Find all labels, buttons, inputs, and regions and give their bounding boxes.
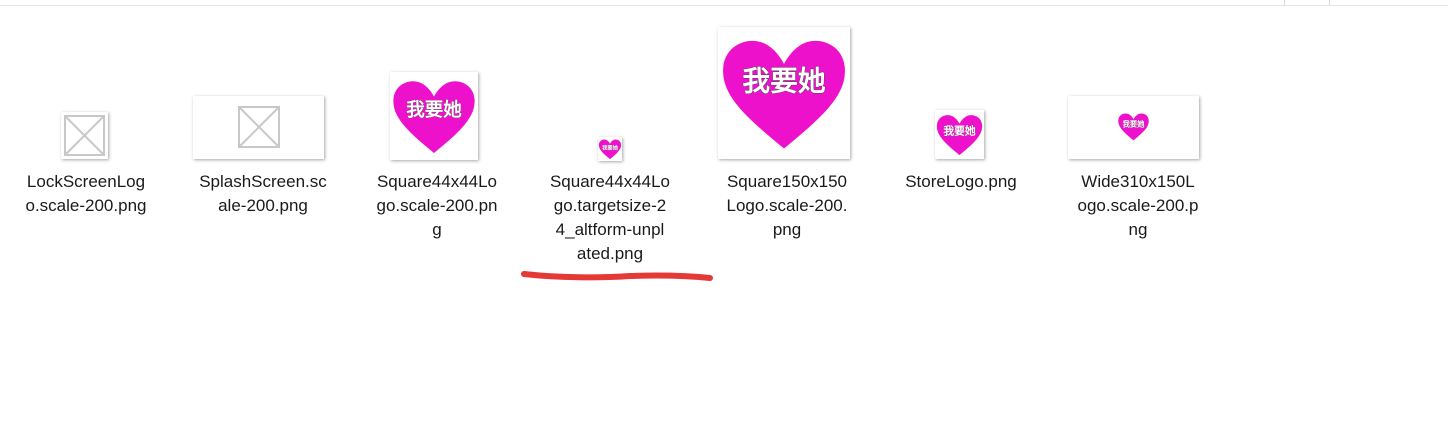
file-name: LockScreenLog o.scale-200.png bbox=[25, 172, 147, 215]
window-top-border bbox=[0, 0, 1448, 6]
logo-text: 我要她 bbox=[943, 125, 976, 138]
toolbar-divider bbox=[1284, 0, 1285, 5]
logo-text: 我要她 bbox=[406, 99, 462, 121]
file-name: Square44x44Lo go.targetsize-2 4_altform-… bbox=[549, 172, 671, 263]
heart-logo-icon: 我要她 bbox=[390, 72, 478, 160]
broken-image-icon bbox=[193, 96, 324, 159]
logo-text: 我要她 bbox=[742, 64, 825, 97]
file-name: SplashScreen.sc ale-200.png bbox=[199, 172, 327, 215]
file-name: Wide310x150L ogo.scale-200.p ng bbox=[1077, 172, 1199, 239]
toolbar-divider bbox=[1329, 0, 1330, 5]
heart-logo-icon: 我要她 bbox=[598, 137, 622, 161]
logo-text: 我要她 bbox=[1123, 120, 1146, 129]
broken-image-icon bbox=[61, 112, 108, 159]
file-name: StoreLogo.png bbox=[905, 172, 1017, 191]
red-underline-annotation bbox=[521, 271, 713, 281]
heart-logo-icon: 我要她 bbox=[718, 27, 850, 159]
heart-logo-icon: 我要她 bbox=[935, 110, 984, 159]
file-name: Square44x44Lo go.scale-200.pn g bbox=[376, 172, 498, 239]
heart-logo-icon: 我要她 bbox=[1068, 96, 1199, 159]
file-name: Square150x150 Logo.scale-200. png bbox=[726, 172, 848, 239]
